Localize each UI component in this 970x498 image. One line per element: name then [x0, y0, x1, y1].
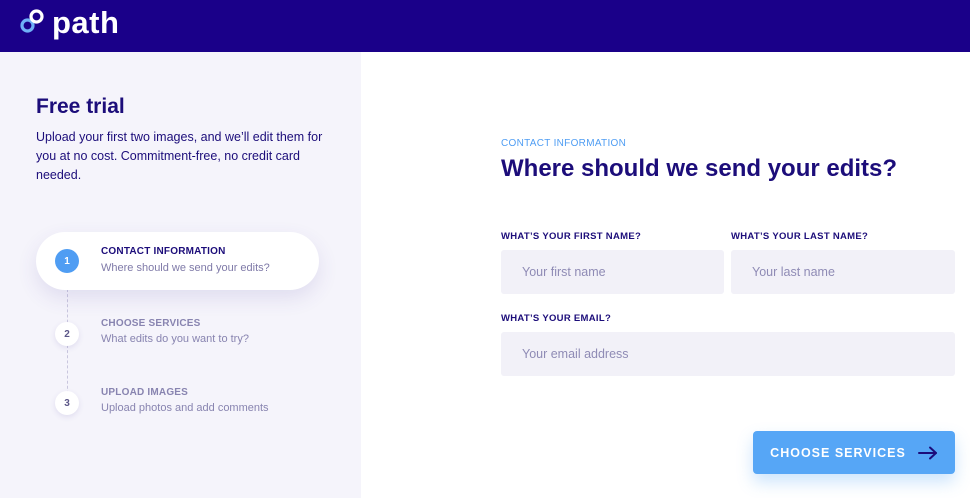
logo-text: path	[52, 5, 120, 40]
form-eyebrow: CONTACT INFORMATION	[501, 138, 627, 149]
step-subtitle: What edits do you want to try?	[101, 333, 249, 345]
sidebar-title: Free trial	[36, 95, 125, 118]
step-subtitle: Where should we send your edits?	[101, 262, 270, 274]
step-choose-services[interactable]: 2 CHOOSE SERVICES What edits do you want…	[36, 314, 319, 354]
step-number-badge: 3	[55, 391, 79, 415]
last-name-input[interactable]	[731, 250, 955, 294]
step-subtitle: Upload photos and add comments	[101, 402, 269, 414]
step-number-badge: 1	[55, 249, 79, 273]
first-name-input[interactable]	[501, 250, 724, 294]
step-upload-images[interactable]: 3 UPLOAD IMAGES Upload photos and add co…	[36, 383, 319, 423]
email-input[interactable]	[501, 332, 955, 376]
sidebar-description: Upload your first two images, and we’ll …	[36, 130, 323, 182]
choose-services-button-label: CHOOSE SERVICES	[770, 445, 906, 460]
email-label: WHAT’S YOUR EMAIL?	[501, 313, 612, 324]
step-title: CONTACT INFORMATION	[101, 246, 226, 257]
last-name-label: WHAT’S YOUR LAST NAME?	[731, 231, 869, 242]
choose-services-button[interactable]: CHOOSE SERVICES	[753, 431, 955, 474]
first-name-label: WHAT’S YOUR FIRST NAME?	[501, 231, 642, 242]
trial-sidebar: Free trial Upload your first two images,…	[0, 52, 361, 498]
step-contact-information[interactable]: 1 CONTACT INFORMATION Where should we se…	[36, 232, 319, 290]
step-title: UPLOAD IMAGES	[101, 387, 189, 398]
top-navbar: path	[0, 0, 970, 52]
step-title: CHOOSE SERVICES	[101, 318, 201, 329]
infinity-link-icon	[18, 7, 46, 40]
form-heading: Where should we send your edits?	[501, 155, 898, 182]
arrow-right-icon	[917, 446, 938, 460]
step-number-badge: 2	[55, 322, 79, 346]
logo[interactable]: path	[18, 6, 119, 40]
